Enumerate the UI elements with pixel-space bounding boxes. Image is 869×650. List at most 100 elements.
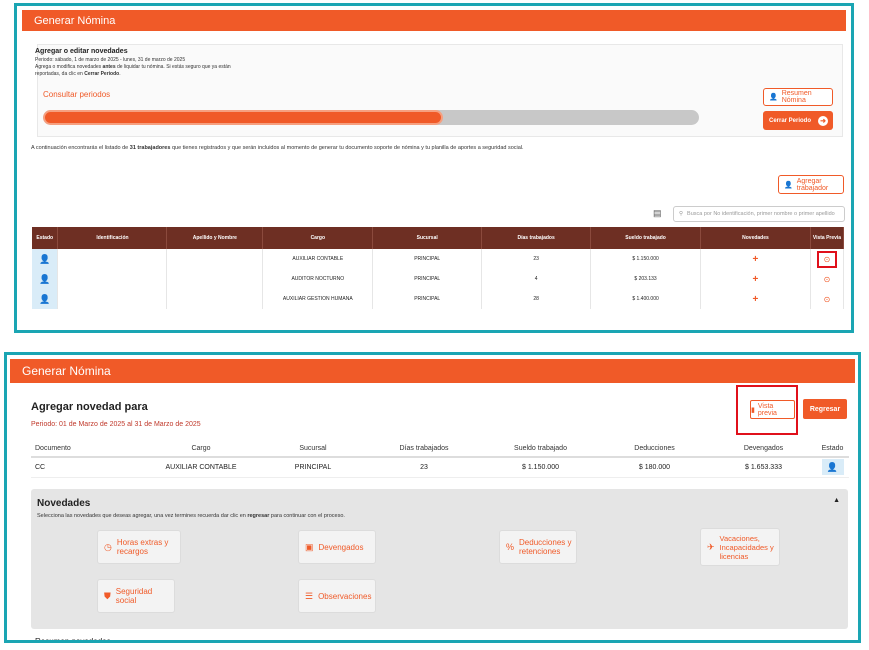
column-header: Cargo [262,227,374,249]
notes-icon: ☰ [305,590,314,601]
table-header-row: Documento Cargo Sucursal Días trabajados… [31,441,849,458]
sueldo-cell: $ 1.400.000 [590,289,702,309]
novedades-cell[interactable]: + [700,289,811,309]
table-row: CC AUXILIAR CONTABLE PRINCIPAL 23 $ 1.15… [31,457,849,478]
sucursal-cell: PRINCIPAL [372,289,483,309]
workers-table: Estado Identificación Apellido y Nombre … [32,227,845,309]
shield-icon: ⛊ [104,590,111,601]
table-row: 👤 AUXILIAR CONTABLE PRINCIPAL 23 $ 1.150… [32,249,845,269]
user-settings-icon: 👤 [39,293,51,304]
novedades-section: Novedades ▲ Selecciona las novedades que… [31,489,848,629]
dias-cell: 23 [481,249,592,269]
period-line: Periodo: sábado, 1 de marzo de 2025 - lu… [35,57,186,63]
sucursal-cell: PRINCIPAL [372,269,483,289]
add-worker-button[interactable]: 👤 Agregar trabajador [778,175,844,194]
column-header: Devengados [711,441,816,458]
sucursal-cell: PRINCIPAL [372,249,483,269]
highlight-frame: ▮ Vista previa [736,385,798,435]
seguridad-social-card[interactable]: ⛊ Seguridad social [97,579,175,613]
resumen-novedades-heading: Resumen novedades [35,637,111,643]
user-settings-icon[interactable]: 👤 [821,459,844,476]
page-title: Generar Nómina [22,364,111,378]
column-header: Apellido y Nombre [166,227,264,249]
novedades-title: Novedades [37,498,91,509]
user-plus-icon: 👤 [784,181,793,189]
status-cell[interactable]: 👤 [32,289,59,309]
add-novedad-panel: Generar Nómina Agregar novedad para Peri… [4,352,861,643]
search-input[interactable]: ⚲ Busca por No identificación, primer no… [673,206,845,222]
percent-icon: % [506,541,515,552]
workers-notice: A continuación encontrarás el listado de… [31,145,524,151]
column-header: Deducciones [598,441,711,458]
vista-previa-button[interactable]: ▮ Vista previa [750,400,795,419]
status-cell[interactable]: 👤 [32,269,59,289]
column-header: Novedades [700,227,811,249]
column-header: Sucursal [372,227,483,249]
column-header: Sueldo trabajado [483,441,598,458]
cerrar-periodo-button[interactable]: Cerrar Periodo ➜ [763,111,833,130]
column-header: Identificación [57,227,168,249]
eye-icon[interactable]: ⊙ [824,295,831,304]
devengados-card[interactable]: ▣ Devengados [298,530,376,564]
status-cell[interactable]: 👤 [816,457,849,478]
documento-cell: CC [31,457,141,478]
id-cell [57,269,168,289]
column-header: Vista Previa [810,227,845,249]
novedades-description: Selecciona las novedades que deseas agre… [37,513,345,519]
money-icon: ▣ [305,541,314,552]
cargo-cell: AUXILIAR CONTABLE [262,249,374,269]
eye-icon[interactable]: ⊙ [824,255,831,264]
regresar-button[interactable]: Regresar [803,399,847,419]
column-header: Sueldo trabajado [590,227,702,249]
user-plus-icon: 👤 [769,94,778,101]
preview-cell[interactable]: ⊙ [810,289,845,309]
eye-icon[interactable]: ⊙ [824,275,831,284]
dias-cell: 28 [481,289,592,309]
consult-periods-link[interactable]: Consultar periodos [43,90,110,99]
horas-extras-card[interactable]: ◷ Horas extras y recargos [97,530,181,564]
resumen-nomina-button[interactable]: 👤 Resumen Nómina [763,88,833,106]
user-settings-icon: 👤 [39,253,51,264]
plus-icon[interactable]: + [753,274,759,285]
preview-cell[interactable]: ⊙ [810,249,845,269]
plus-icon[interactable]: + [753,294,759,305]
collapse-caret-icon[interactable]: ▲ [833,497,840,504]
column-header: Sucursal [261,441,365,458]
export-icon[interactable]: ▤ [653,208,663,219]
search-icon: ⚲ [679,211,684,217]
novedades-cell[interactable]: + [700,269,811,289]
column-header: Documento [31,441,141,458]
deducciones-cell: $ 180.000 [598,457,711,478]
table-row: 👤 AUDITOR NOCTURNO PRINCIPAL 4 $ 203.133… [32,269,845,289]
novedades-cell[interactable]: + [700,249,811,269]
id-cell [57,289,168,309]
user-settings-icon: 👤 [39,273,51,284]
panel-title: Agregar o editar novedades [35,48,128,55]
novedad-title: Agregar novedad para [31,401,148,413]
arrow-right-icon: ➜ [818,115,828,126]
column-header: Días trabajados [481,227,592,249]
column-header: Cargo [141,441,261,458]
highlight-frame: ⊙ [816,250,838,268]
table-header-row: Estado Identificación Apellido y Nombre … [32,227,845,249]
id-cell [57,249,168,269]
name-cell [166,249,264,269]
status-cell[interactable]: 👤 [32,249,59,269]
dias-cell: 23 [365,457,483,478]
period-label: Periodo: 01 de Marzo de 2025 al 31 de Ma… [31,421,201,428]
observaciones-card[interactable]: ☰ Observaciones [298,579,376,613]
name-cell [166,289,264,309]
page-header: Generar Nómina [10,359,855,383]
sueldo-cell: $ 1.150.000 [483,457,598,478]
progress-fill [43,110,444,125]
preview-cell[interactable]: ⊙ [810,269,845,289]
deducciones-card[interactable]: % Deducciones y retenciones [499,530,577,564]
dias-cell: 4 [481,269,592,289]
cargo-cell: AUXILIAR GESTION HUMANA [262,289,374,309]
cargo-cell: AUXILIAR CONTABLE [141,457,261,478]
plus-icon[interactable]: + [753,254,759,265]
vacaciones-card[interactable]: ✈ Vacaciones, Incapacidades y licencias [700,528,780,566]
document-icon: ▮ [751,406,755,414]
page-header: Generar Nómina [22,10,846,31]
sueldo-cell: $ 1.150.000 [590,249,702,269]
